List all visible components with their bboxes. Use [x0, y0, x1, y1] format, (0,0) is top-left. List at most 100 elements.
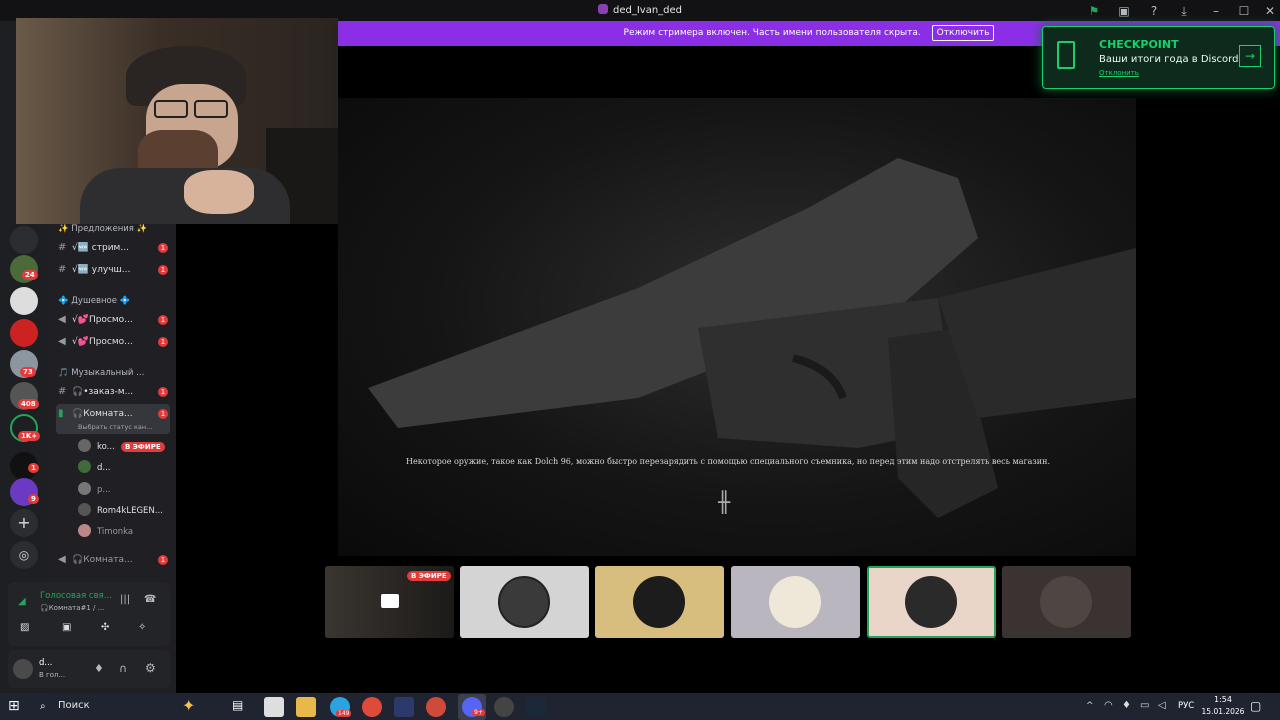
participant-tile[interactable]	[731, 566, 860, 638]
soundboard-icon[interactable]: ✧	[138, 622, 146, 633]
headphones-icon[interactable]: ∩	[119, 662, 127, 675]
channel-item[interactable]: # √🆕 стрим... 1	[58, 239, 168, 257]
channel-item[interactable]: # √🆕 улучш... 1	[58, 261, 168, 279]
glasses-shape	[154, 100, 188, 118]
voice-member[interactable]: ko...	[78, 437, 115, 457]
server-badge: 24	[22, 270, 38, 280]
chrome-icon[interactable]	[362, 697, 382, 717]
category-header[interactable]: 💠 Душевное 💠	[58, 296, 130, 306]
editor-icon[interactable]	[394, 697, 414, 717]
flag-icon[interactable]: ⚑	[1086, 3, 1102, 19]
avatar	[78, 439, 91, 452]
channel-item[interactable]: ◀ 🎧Комната... 1	[58, 551, 168, 569]
voice-status[interactable]: Голосовая свя...	[40, 591, 112, 601]
wifi-icon[interactable]: ◠	[1104, 700, 1113, 711]
obs-icon[interactable]	[494, 697, 514, 717]
channel-item[interactable]: ◀ √💕Просмо... 1	[58, 311, 168, 329]
window-close-icon[interactable]: ✕	[1262, 3, 1278, 19]
participant-tile[interactable]	[595, 566, 724, 638]
server-badge: 73	[20, 367, 36, 377]
server-badge: 1K+	[18, 431, 41, 441]
user-panel: d... В гол... ♦ ∩ ⚙	[8, 650, 170, 688]
participant-tile-speaking[interactable]	[867, 566, 996, 638]
volume-icon[interactable]: ◁	[1158, 700, 1166, 711]
disable-streamer-mode-button[interactable]: Отключить	[931, 25, 995, 41]
server-icon[interactable]	[10, 226, 38, 254]
unread-badge: 1	[158, 315, 168, 325]
channel-status[interactable]: Выбрать статус кан...	[78, 423, 152, 431]
chrome-icon[interactable]	[426, 697, 446, 717]
microphone-icon[interactable]: ♦	[94, 662, 104, 675]
disconnect-icon[interactable]: ☎	[144, 594, 156, 605]
voice-member[interactable]: Rom4kLEGEN...	[78, 501, 163, 521]
channel-item[interactable]: ▮ 🎧Комната... 1	[58, 405, 168, 423]
window-minimize-icon[interactable]: –	[1208, 3, 1224, 19]
activities-icon[interactable]: ✣	[101, 622, 109, 633]
unread-badge: 1	[158, 555, 168, 565]
tray-chevron-icon[interactable]: ^	[1086, 701, 1094, 711]
screen-share-icon	[381, 594, 399, 608]
server-icon[interactable]	[10, 319, 38, 347]
avatar	[633, 576, 685, 628]
speaker-icon: ◀	[58, 336, 66, 347]
clock-date[interactable]: 15.01.2026	[1198, 707, 1248, 716]
taskbar-search[interactable]: Поиск	[58, 700, 90, 711]
user-status: В гол...	[39, 671, 66, 679]
checkpoint-promo[interactable]: CHECKPOINT Ваши итоги года в Discord Отк…	[1042, 26, 1275, 89]
voice-channel-name[interactable]: 🎧Комната#1 / ...	[40, 604, 104, 612]
server-badge: 408	[18, 399, 39, 409]
channel-item[interactable]: # 🎧•заказ-м... 1	[58, 383, 168, 401]
dismiss-link[interactable]: Отклонить	[1099, 69, 1139, 77]
participant-tile[interactable]: В ЭФИРЕ	[325, 566, 454, 638]
file-explorer-icon[interactable]	[296, 697, 316, 717]
stream-stage[interactable]: ╫	[338, 98, 1136, 556]
steam-icon[interactable]	[526, 697, 546, 717]
avatar	[78, 460, 91, 473]
camera-icon[interactable]: ▨	[20, 622, 29, 633]
arrow-right-icon[interactable]: →	[1239, 45, 1261, 67]
voice-member[interactable]: Timonka	[78, 522, 133, 542]
voice-member[interactable]: d...	[78, 458, 111, 478]
window-maximize-icon[interactable]: ☐	[1236, 3, 1252, 19]
participant-tile[interactable]	[460, 566, 589, 638]
noise-suppression-icon[interactable]: |||	[120, 594, 130, 605]
participant-tile[interactable]	[1002, 566, 1131, 638]
help-icon[interactable]: ?	[1146, 3, 1162, 19]
user-name[interactable]: d...	[39, 658, 53, 668]
discover-icon[interactable]: ◎	[10, 541, 38, 569]
microphone-tray-icon[interactable]: ♦	[1122, 700, 1131, 711]
copilot-icon[interactable]: ✦	[182, 696, 195, 715]
avatar	[905, 576, 957, 628]
windows-start-icon[interactable]: ⊞	[8, 699, 20, 713]
live-badge: В ЭФИРЕ	[407, 571, 451, 581]
voice-member[interactable]: p...	[78, 480, 111, 500]
settings-gear-icon[interactable]: ⚙	[145, 661, 156, 675]
telegram-badge: 149	[336, 710, 352, 717]
language-indicator[interactable]: РУС	[1178, 701, 1194, 711]
signal-icon: ◢	[18, 596, 26, 607]
clock-time[interactable]: 1:54	[1202, 695, 1244, 704]
inbox-icon[interactable]: ▣	[1116, 3, 1132, 19]
task-view-icon[interactable]: ▤	[232, 698, 243, 712]
add-server-icon[interactable]: +	[10, 509, 38, 537]
server-icon[interactable]	[10, 287, 38, 315]
channel-item[interactable]: ◀ √💕Просмо... 1	[58, 333, 168, 351]
network-icon[interactable]: ▭	[1140, 700, 1149, 711]
checkpoint-logo-icon	[1057, 41, 1075, 69]
notifications-icon[interactable]: ▢	[1250, 699, 1261, 713]
avatar[interactable]	[13, 659, 33, 679]
voice-active-icon: ▮	[58, 408, 64, 419]
screen-share-icon[interactable]: ▣	[62, 622, 71, 633]
glasses-shape	[194, 100, 228, 118]
unread-badge: 1	[158, 243, 168, 253]
live-badge: В ЭФИРЕ	[121, 442, 165, 452]
speaker-icon: ◀	[58, 314, 66, 325]
download-icon[interactable]: ⤓	[1176, 3, 1192, 19]
category-header[interactable]: 🎵 Музыкальный ...	[58, 368, 144, 378]
unread-badge: 1	[158, 409, 168, 419]
category-header[interactable]: ✨ Предложения ✨	[58, 224, 147, 234]
unread-badge: 1	[158, 387, 168, 397]
search-icon[interactable]: ⌕	[40, 701, 46, 712]
store-icon[interactable]	[264, 697, 284, 717]
hash-icon: #	[58, 242, 67, 253]
